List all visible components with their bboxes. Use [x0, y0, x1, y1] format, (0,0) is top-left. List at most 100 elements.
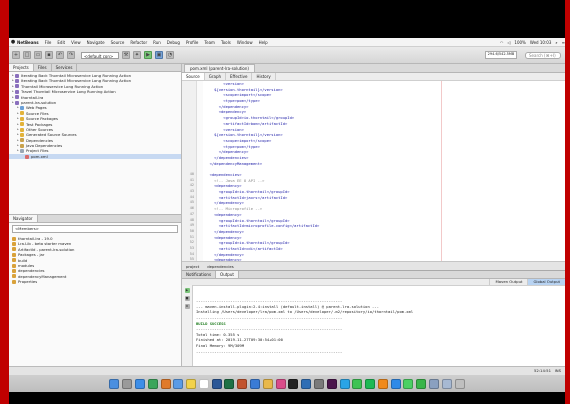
menu-tools[interactable]: Tools — [221, 40, 231, 45]
clock[interactable]: Wed 10:03 — [530, 40, 552, 45]
downloads-icon[interactable] — [428, 378, 439, 389]
new-file-icon[interactable]: □ — [23, 51, 31, 59]
slack-icon[interactable] — [326, 378, 337, 389]
navigator-item[interactable]: Properties — [9, 279, 181, 284]
navigator-tree: thorntail-lra - 19.0 Lra.Lib - beta start… — [9, 235, 181, 286]
project-tree: ▸ Iterating Back Thorntail Microservice L… — [9, 72, 181, 160]
safari-icon[interactable] — [135, 378, 146, 389]
run-icon[interactable]: ▶ — [144, 51, 152, 59]
settings-icon[interactable]: ⚙ — [184, 304, 190, 309]
word-icon[interactable] — [211, 378, 222, 389]
whatsapp-icon[interactable] — [352, 378, 363, 389]
menu-source[interactable]: Source — [111, 40, 125, 45]
trash-icon[interactable] — [454, 378, 465, 389]
tab-notifications[interactable]: Notifications — [182, 271, 217, 278]
mail-icon[interactable] — [173, 378, 184, 389]
menu-edit[interactable]: Edit — [57, 40, 65, 45]
node-icon — [15, 100, 19, 105]
tab-maven-output[interactable]: Maven Output — [489, 279, 527, 285]
code-area[interactable]: <version> ${version.thorntail}</version>… — [203, 81, 565, 319]
new-project-icon[interactable]: + — [12, 51, 20, 59]
profile-icon[interactable]: ◔ — [166, 51, 174, 59]
launchpad-icon[interactable] — [122, 378, 133, 389]
output-text[interactable]: ----------------------------------------… — [196, 287, 561, 354]
excel-icon[interactable] — [224, 378, 235, 389]
menu-profile[interactable]: Profile — [186, 40, 198, 45]
desktop-screen: ● NetBeans File Edit View Navigate Sourc… — [9, 38, 565, 392]
editor-file-tab[interactable]: pom.xml (parent-lra-solution) — [184, 64, 255, 72]
firefox-icon[interactable] — [160, 378, 171, 389]
undo-icon[interactable]: ↶ — [56, 51, 64, 59]
tab-history[interactable]: History — [252, 73, 276, 80]
messages-icon[interactable] — [403, 378, 414, 389]
itunes-icon[interactable] — [275, 378, 286, 389]
search-input[interactable]: Search (⌘+I) — [525, 51, 561, 59]
rerun-icon[interactable]: ▶ — [184, 288, 190, 293]
redo-icon[interactable]: ↷ — [67, 51, 75, 59]
menu-refactor[interactable]: Refactor — [130, 40, 147, 45]
menu-debug[interactable]: Debug — [167, 40, 180, 45]
keynote-icon[interactable] — [250, 378, 261, 389]
output-subtabs: Maven Output Global Output — [182, 279, 565, 286]
calendar-icon[interactable] — [198, 378, 209, 389]
tab-output[interactable]: Output — [216, 271, 239, 278]
menu-file[interactable]: File — [45, 40, 52, 45]
menu-team[interactable]: Team — [204, 40, 215, 45]
menu-navigate[interactable]: Navigate — [87, 40, 105, 45]
build-icon[interactable]: ⚒ — [122, 51, 130, 59]
tab-graph[interactable]: Graph — [205, 73, 227, 80]
skype-icon[interactable] — [339, 378, 350, 389]
vlc-icon[interactable] — [377, 378, 388, 389]
finder-icon[interactable] — [109, 378, 120, 389]
netbeans-icon[interactable] — [301, 378, 312, 389]
debug-icon[interactable]: ▣ — [155, 51, 163, 59]
breadcrumb-dependencies[interactable]: dependencies — [203, 264, 238, 269]
menu-run[interactable]: Run — [153, 40, 161, 45]
chrome-icon[interactable] — [147, 378, 158, 389]
save-all-icon[interactable]: ▪ — [45, 51, 53, 59]
wifi-icon[interactable]: ◠ — [500, 40, 504, 45]
node-icon — [15, 73, 19, 78]
tab-global-output[interactable]: Global Output — [527, 279, 565, 285]
notification-center-icon[interactable]: ≡ — [562, 40, 565, 45]
editor-tabs: pom.xml (parent-lra-solution) — [182, 64, 565, 73]
tab-services[interactable]: Services — [52, 64, 78, 71]
tab-navigator[interactable]: Navigator — [9, 215, 38, 222]
volume-icon[interactable]: ◁ — [507, 40, 510, 45]
menu-help[interactable]: Help — [259, 40, 268, 45]
open-project-icon[interactable]: ▭ — [34, 51, 42, 59]
tab-source[interactable]: Source — [182, 73, 205, 80]
memory-indicator[interactable]: 294.6/542.5MB — [485, 51, 517, 59]
app-store-icon[interactable] — [390, 378, 401, 389]
tab-projects[interactable]: Projects — [9, 64, 34, 71]
facetime-icon[interactable] — [416, 378, 427, 389]
menu-app-name[interactable]: NetBeans — [17, 40, 39, 45]
documents-icon[interactable] — [441, 378, 452, 389]
notes-icon[interactable] — [186, 378, 197, 389]
node-icon — [20, 132, 24, 137]
photos-icon[interactable] — [262, 378, 273, 389]
menu-view[interactable]: View — [71, 40, 81, 45]
preferences-icon[interactable] — [313, 378, 324, 389]
battery-indicator[interactable]: 100% — [514, 40, 525, 45]
node-icon — [20, 149, 24, 154]
video-letterbox-bottom — [9, 392, 565, 404]
navigator-filter-select[interactable]: <Members> — [12, 225, 178, 233]
clean-build-icon[interactable]: ✦ — [133, 51, 141, 59]
projects-panel-tabs: Projects Files Services — [9, 64, 181, 72]
tab-effective[interactable]: Effective — [226, 73, 253, 80]
spotlight-icon[interactable]: ⌕ — [555, 40, 557, 45]
apple-icon[interactable]: ● — [9, 39, 17, 45]
breadcrumb-project[interactable]: project — [182, 264, 203, 269]
configuration-select[interactable]: <default con> — [81, 51, 119, 59]
powerpoint-icon[interactable] — [237, 378, 248, 389]
pom-element-icon — [12, 274, 16, 279]
tree-item[interactable]: pom.xml — [9, 153, 181, 160]
menu-window[interactable]: Window — [237, 40, 253, 45]
spotify-icon[interactable] — [365, 378, 376, 389]
navigator-tabs: Navigator — [9, 215, 181, 223]
stop-icon[interactable]: ■ — [184, 296, 190, 301]
terminal-icon[interactable] — [288, 378, 299, 389]
output-side-toolbar: ▶ ■ ⚙ — [182, 285, 193, 367]
tab-files[interactable]: Files — [34, 64, 52, 71]
